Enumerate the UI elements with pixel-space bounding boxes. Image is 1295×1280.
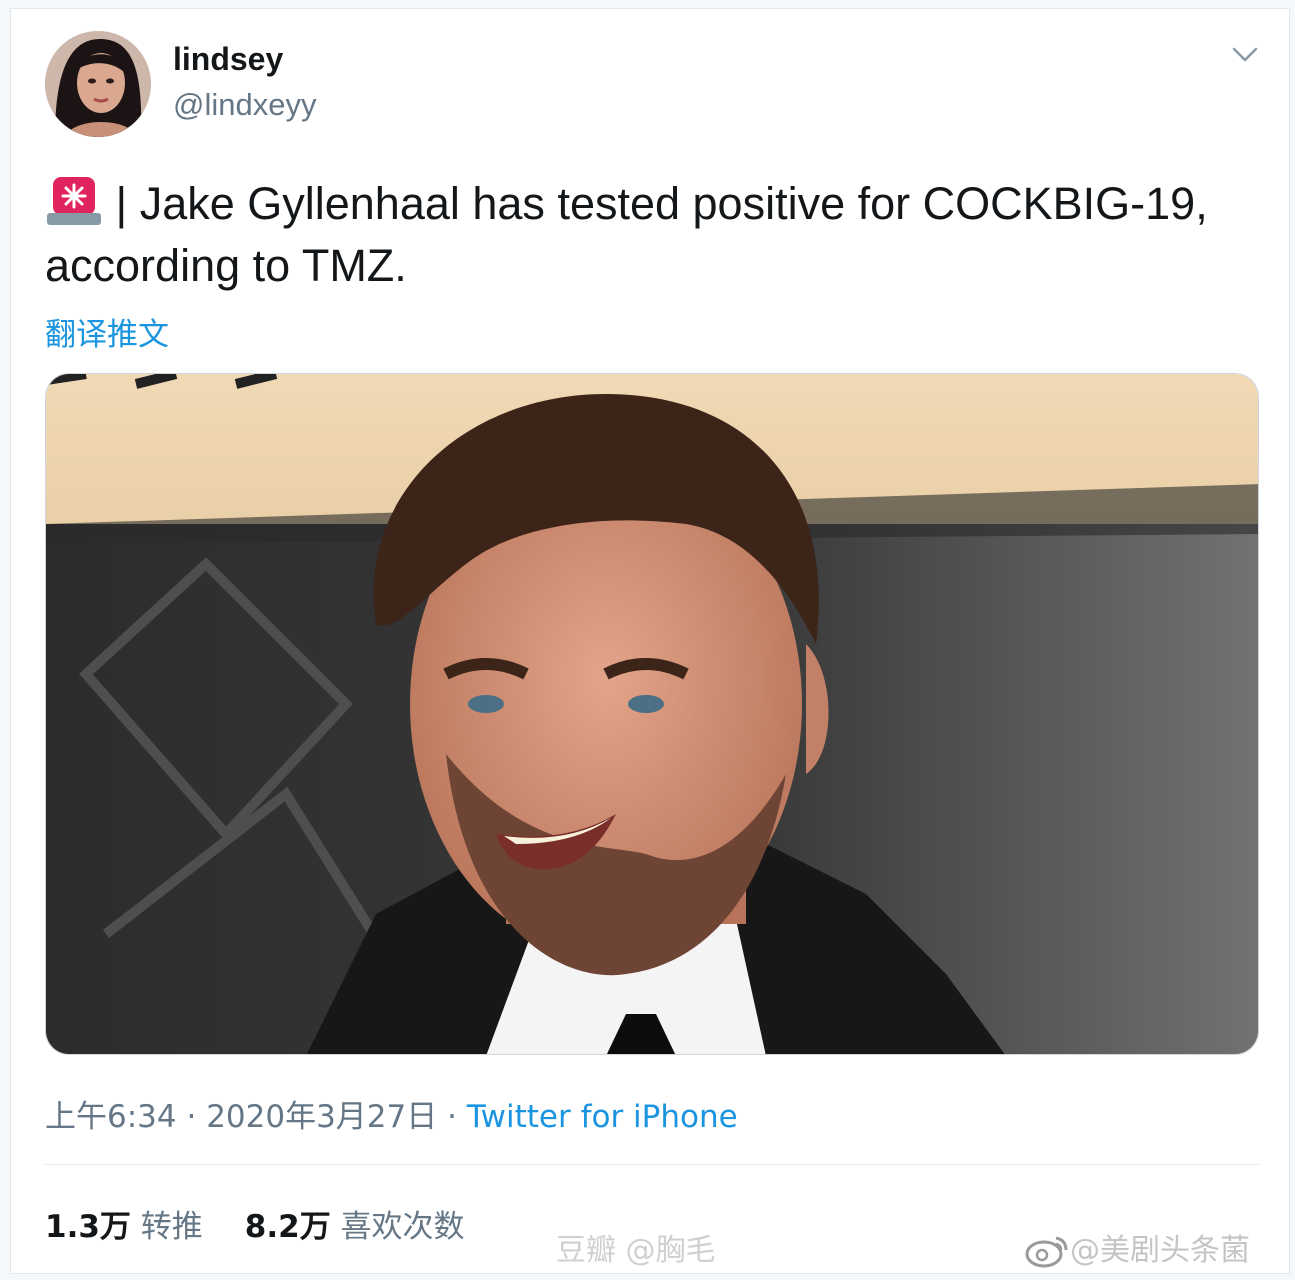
- tweet-card: lindsey @lindxeyy | Jake Gyllenhaal has …: [10, 8, 1290, 1274]
- likes-count: 8.2万: [244, 1209, 331, 1245]
- avatar[interactable]: [45, 31, 151, 137]
- author-name[interactable]: lindsey: [173, 41, 283, 78]
- likes-label: 喜欢次数: [340, 1209, 465, 1245]
- douban-watermark: 豆瓣 @胸毛: [556, 1233, 716, 1268]
- tweet-body: | Jake Gyllenhaal has tested positive fo…: [45, 178, 1208, 291]
- weibo-icon: [1024, 1232, 1070, 1268]
- police-siren-icon: [45, 173, 103, 227]
- tweet-date[interactable]: 2020年3月27日: [206, 1099, 437, 1135]
- retweets-count: 1.3万: [45, 1209, 131, 1245]
- separator: ·: [176, 1099, 207, 1135]
- retweets-stat[interactable]: 1.3万 转推: [45, 1209, 203, 1245]
- divider: [45, 1164, 1259, 1165]
- tweet-meta: 上午6:34 · 2020年3月27日 · Twitter for iPhone: [45, 1091, 738, 1136]
- tweet-source-link[interactable]: Twitter for iPhone: [467, 1099, 738, 1135]
- retweets-label: 转推: [140, 1209, 203, 1245]
- tweet-photo[interactable]: [45, 373, 1259, 1055]
- chevron-down-icon[interactable]: [1231, 45, 1259, 65]
- author-handle[interactable]: @lindxeyy: [173, 87, 316, 123]
- likes-stat[interactable]: 8.2万 喜欢次数: [245, 1209, 465, 1245]
- tweet-time[interactable]: 上午6:34: [45, 1099, 177, 1135]
- tweet-text: | Jake Gyllenhaal has tested positive fo…: [45, 173, 1260, 297]
- weibo-watermark-text: @美剧头条菌: [1070, 1233, 1250, 1268]
- separator: ·: [437, 1099, 467, 1135]
- translate-tweet-link[interactable]: 翻译推文: [45, 309, 169, 354]
- tweet-stats: 1.3万 转推 8.2万 喜欢次数: [45, 1201, 465, 1246]
- weibo-watermark: @美剧头条菌: [1024, 1225, 1250, 1269]
